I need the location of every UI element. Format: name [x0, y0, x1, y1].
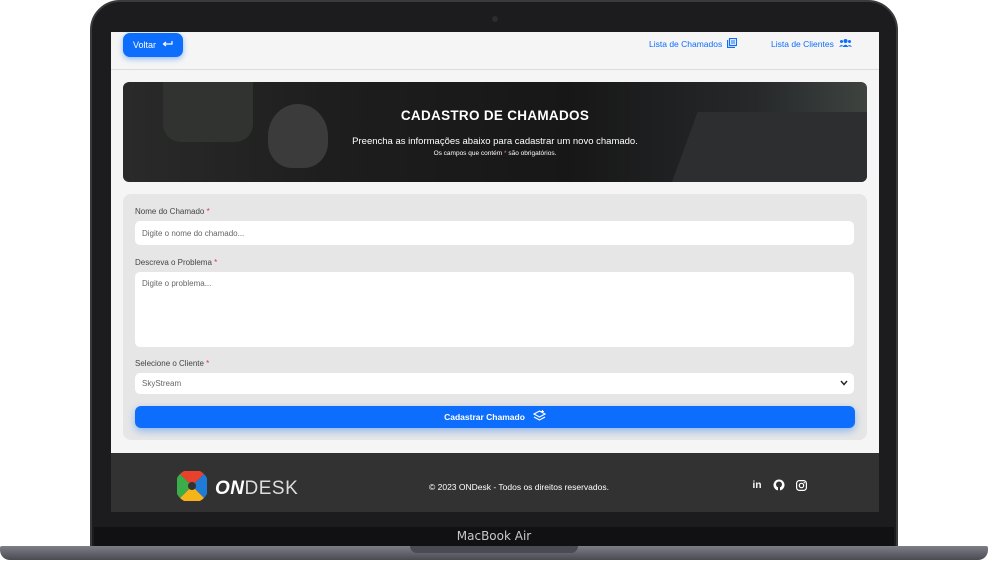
client-field-label: Selecione o Cliente * [135, 359, 209, 368]
instagram-icon[interactable] [795, 479, 807, 491]
description-textarea[interactable]: Digite o problema... [135, 272, 854, 347]
return-arrow-icon [162, 40, 173, 50]
hero-subtitle: Preencha as informações abaixo para cada… [352, 136, 638, 147]
ondesk-logo[interactable]: ONDESK [175, 469, 298, 506]
input-placeholder: Digite o problema... [142, 279, 212, 288]
nav-link-lista-clientes[interactable]: Lista de Clientes [771, 38, 852, 50]
layers-icon [532, 410, 547, 424]
nav-link-label: Lista de Chamados [649, 39, 723, 49]
logo-mark-icon [175, 469, 209, 506]
select-value: SkyStream [142, 379, 182, 388]
required-asterisk: * [214, 258, 218, 267]
page-title: CADASTRO DE CHAMADOS [400, 108, 590, 123]
label-text: Selecione o Cliente [135, 359, 204, 368]
logo-text: ONDESK [215, 478, 298, 500]
social-links: in [751, 479, 807, 491]
device-model-label: MacBook Air [456, 529, 532, 543]
ticket-form: Nome do Chamado * Digite o nome do chama… [123, 194, 867, 440]
client-select[interactable]: SkyStream [135, 373, 854, 394]
list-document-icon [727, 37, 738, 50]
input-placeholder: Digite o nome do chamado... [142, 228, 245, 238]
users-icon [838, 38, 852, 50]
back-button[interactable]: Voltar [123, 33, 184, 57]
screen: Voltar Lista de Chamados Lista de Client… [111, 32, 879, 512]
nav-link-lista-chamados[interactable]: Lista de Chamados [649, 37, 738, 50]
nav-link-label: Lista de Clientes [771, 39, 834, 49]
label-text: Descreva o Problema [135, 258, 212, 267]
required-asterisk: * [206, 359, 210, 368]
top-nav: Voltar Lista de Chamados Lista de Client… [111, 32, 879, 70]
name-field-label: Nome do Chamado * [135, 207, 210, 216]
hero-banner: CADASTRO DE CHAMADOS Preencha as informa… [123, 82, 867, 182]
description-field-label: Descreva o Problema * [135, 258, 217, 267]
name-input[interactable]: Digite o nome do chamado... [135, 221, 854, 245]
label-text: Nome do Chamado [135, 207, 205, 216]
logo-desk: DESK [244, 477, 299, 499]
required-note-text: Os campos que contém [433, 150, 505, 157]
required-note-text: são obrigatórios. [506, 150, 557, 157]
submit-button-label: Cadastrar Chamado [444, 412, 525, 422]
logo-on: ON [215, 477, 245, 499]
camera-icon [492, 16, 498, 22]
footer: ONDESK © 2023 ONDesk - Todos os direitos… [111, 453, 879, 512]
github-icon[interactable] [773, 479, 785, 491]
copyright-text: © 2023 ONDesk - Todos os direitos reserv… [429, 482, 609, 492]
submit-button[interactable]: Cadastrar Chamado [135, 406, 855, 428]
chevron-down-icon [840, 379, 848, 388]
linkedin-icon[interactable]: in [751, 479, 763, 491]
required-note: Os campos que contém * são obrigatórios. [123, 150, 867, 157]
required-asterisk: * [206, 207, 210, 216]
back-button-label: Voltar [133, 40, 157, 50]
laptop-notch [410, 546, 578, 553]
